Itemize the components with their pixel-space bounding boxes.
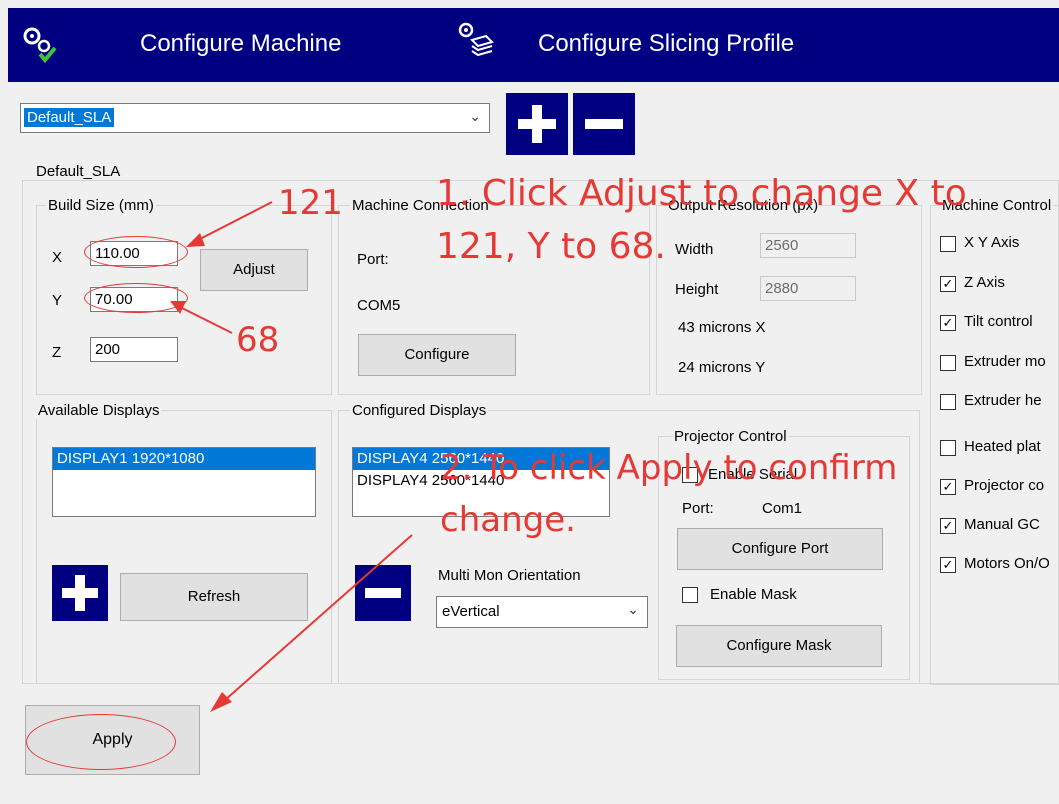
arrowhead-apply [210, 692, 232, 712]
annotation-note1-line1: 1. Click Adjust to change X to [436, 173, 967, 214]
annotation-note2-line1: 2. To click Apply to confirm [440, 448, 898, 488]
annotation-x-target: 121 [278, 183, 343, 223]
arrow-to-apply-button [224, 534, 413, 701]
arrow-to-y-input [177, 305, 233, 334]
annotation-note2-line2: change. [440, 500, 576, 540]
arrow-to-x-input [197, 201, 273, 241]
annotation-oval-y [84, 283, 188, 313]
annotation-oval-apply [26, 714, 176, 770]
annotation-arrows [170, 201, 413, 712]
annotation-note1-line2: 121, Y to 68. [436, 226, 666, 267]
arrowhead-x [186, 233, 205, 247]
annotation-y-target: 68 [236, 320, 280, 360]
annotation-oval-x [84, 236, 188, 268]
